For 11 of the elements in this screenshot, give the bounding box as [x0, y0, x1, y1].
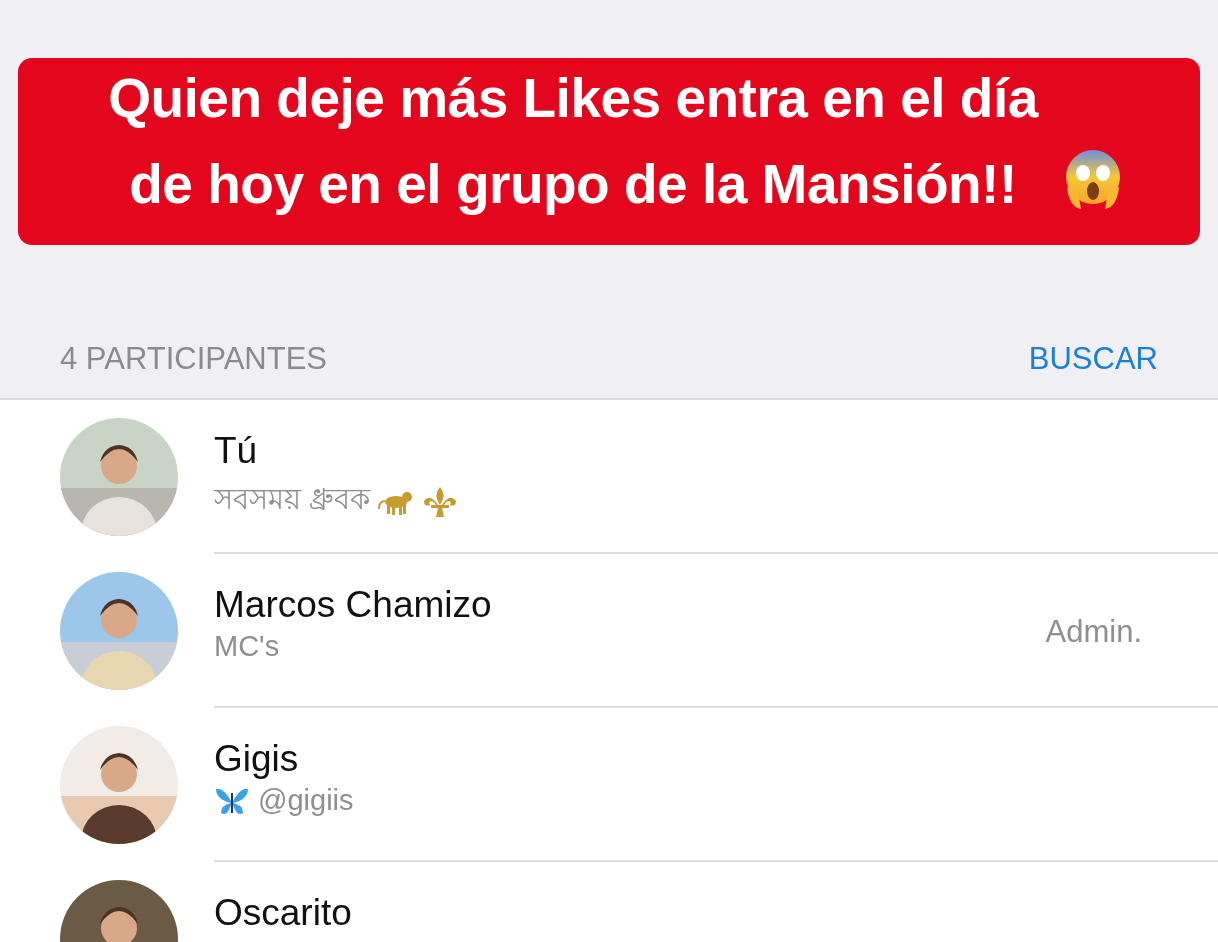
participant-status: @gigiis: [258, 784, 354, 817]
caption-text: Quien deje más Likes entra en el día de hoy en el grupo de la Mansión!!: [107, 66, 1040, 217]
search-link[interactable]: BUSCAR: [1028, 341, 1158, 377]
admin-label: Admin.: [1045, 614, 1142, 650]
participant-status: সবসময় ধ্রুবক: [214, 482, 371, 517]
participant-status: MC's: [214, 630, 280, 663]
participant-name: Gigis: [214, 738, 300, 780]
participant-name: Tú: [214, 430, 259, 472]
participant-name: Oscarito: [214, 892, 352, 934]
participant-name: Marcos Chamizo: [214, 584, 492, 626]
participants-count: 4 PARTICIPANTES: [60, 341, 327, 377]
